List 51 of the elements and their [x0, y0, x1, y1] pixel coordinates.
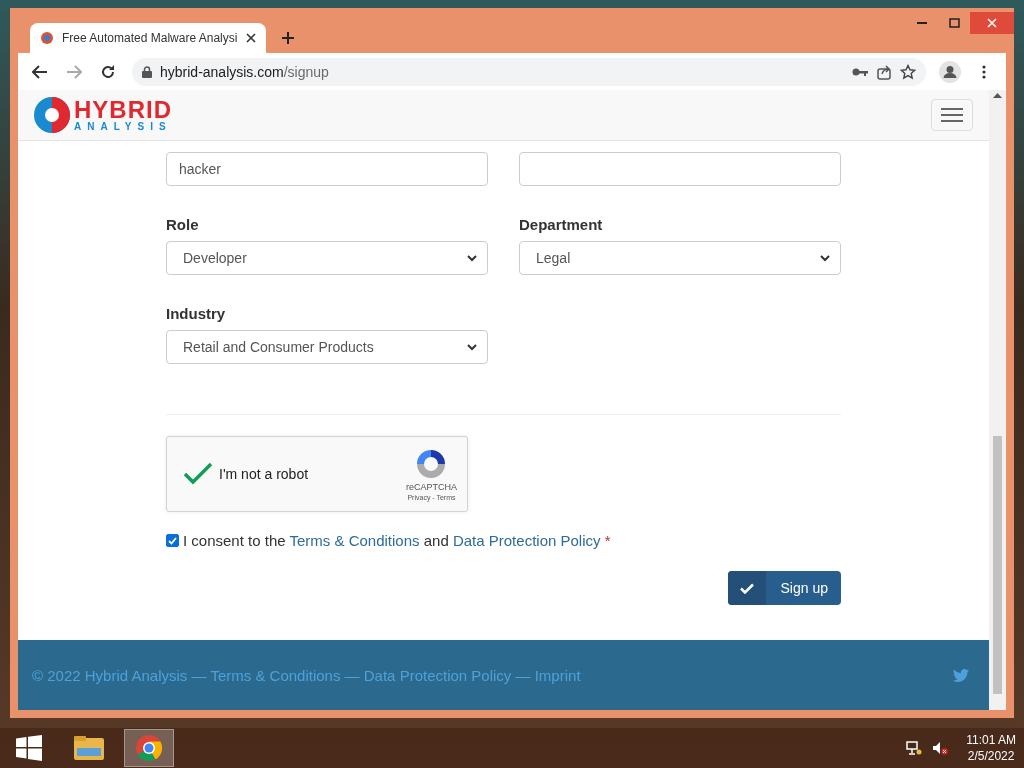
checkmark-icon[interactable]	[183, 462, 213, 486]
input-field[interactable]: hacker	[166, 152, 488, 186]
lock-icon	[142, 65, 152, 78]
select-field[interactable]: Legal	[519, 241, 841, 275]
clock-date[interactable]: 2/5/2022	[967, 748, 1015, 765]
muted-speaker-icon[interactable]	[932, 741, 949, 755]
select-field[interactable]: Developer	[166, 241, 488, 275]
select-field[interactable]: Retail and Consumer Products	[166, 330, 488, 364]
more-icon[interactable]	[982, 64, 986, 79]
captcha-label: I'm not a robot	[219, 466, 310, 482]
field-label: Industry	[166, 305, 227, 322]
field-label: Role	[166, 216, 200, 233]
key-icon[interactable]	[852, 66, 868, 77]
sign-up-button[interactable]: Sign up	[727, 571, 841, 605]
close-icon[interactable]	[246, 33, 256, 43]
consent-text: I consent to the Terms & Conditions and Data Protection Policy *	[183, 532, 611, 549]
maximize-icon[interactable]	[948, 18, 960, 28]
windows-logo-icon[interactable]	[16, 735, 42, 761]
star-icon[interactable]	[900, 63, 916, 80]
share-icon[interactable]	[876, 63, 892, 80]
scrollbar-thumb[interactable]	[993, 436, 1002, 694]
menu-icon	[941, 107, 963, 123]
menu-button[interactable]	[931, 99, 973, 131]
footer-text: © 2022 Hybrid Analysis — Terms & Conditions — Data Protection Policy — Imprint	[32, 666, 581, 684]
globe-icon	[40, 31, 54, 45]
link[interactable]: Data Protection Policy	[452, 532, 601, 549]
logo-subtext: ANALYSIS	[74, 122, 172, 132]
checkbox[interactable]	[166, 534, 179, 547]
check-icon	[739, 582, 754, 594]
logo-icon	[32, 95, 72, 135]
input-field[interactable]	[519, 152, 841, 186]
profile-icon[interactable]	[939, 60, 961, 83]
link[interactable]: Terms & Conditions	[289, 532, 420, 549]
chrome-icon[interactable]	[135, 734, 163, 762]
reload-icon[interactable]	[100, 63, 116, 80]
chevron-down-icon	[467, 343, 477, 351]
minimize-icon[interactable]	[917, 21, 927, 25]
back-arrow-icon[interactable]	[32, 64, 48, 79]
scroll-up-icon[interactable]	[993, 90, 1002, 100]
plus-icon[interactable]	[281, 31, 295, 45]
chevron-down-icon	[467, 254, 477, 262]
captcha-brand: reCAPTCHA	[406, 481, 457, 492]
folder-icon[interactable]	[73, 734, 105, 762]
clock-time[interactable]: 11:01 AM	[966, 731, 1016, 748]
address-bar[interactable]: hybrid-analysis.com/signup	[132, 57, 926, 86]
network-icon[interactable]	[906, 741, 923, 755]
browser-tab[interactable]: Free Automated Malware Analysi	[30, 23, 266, 53]
field-label: Department	[519, 216, 604, 233]
logo-text: HYBRID	[74, 98, 172, 122]
chevron-down-icon	[820, 254, 830, 262]
recaptcha-logo-icon	[415, 447, 448, 480]
